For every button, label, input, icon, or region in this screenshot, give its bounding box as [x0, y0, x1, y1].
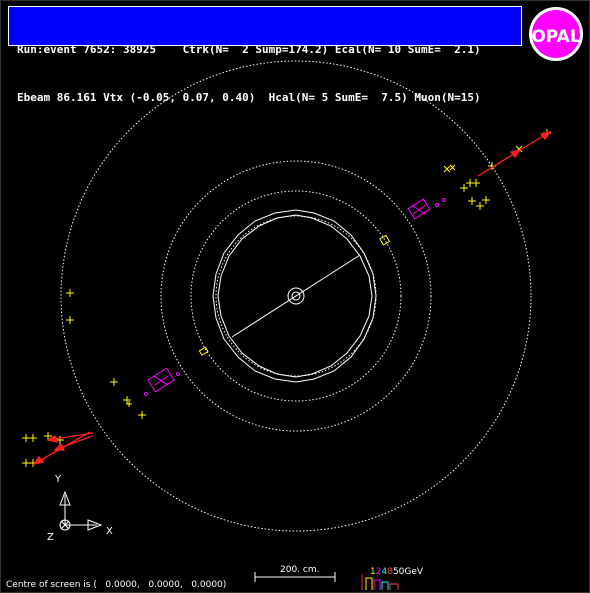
ecal-block: [198, 346, 209, 356]
energy-unit: GeV: [404, 567, 424, 577]
header-line-1: Run:event 7652: 38925 Ctrk(N= 2 Sump=174…: [17, 43, 481, 56]
x-axis-label: X: [106, 526, 113, 537]
scale-label: 200. cm.: [280, 565, 320, 575]
energy-scale-label: 124850GeV: [370, 567, 423, 577]
z-axis-label: Z: [47, 532, 54, 543]
logo-text: OPAL: [531, 27, 581, 47]
track: [231, 254, 361, 338]
hcal-tower: [407, 198, 431, 220]
jet-chamber-inner: [217, 214, 373, 378]
opal-logo: OPAL: [529, 7, 583, 61]
y-axis-label: Y: [55, 474, 62, 485]
energy-digit: 50: [392, 567, 405, 577]
axis-indicator: [59, 490, 103, 531]
screen-centre-footer: Centre of screen is ( 0.0000, 0.0000, 0.…: [6, 580, 227, 590]
event-info-header: Run:event 7652: 38925 Ctrk(N= 2 Sump=174…: [8, 6, 522, 104]
header-line-2: Ebeam 86.161 Vtx (-0.05, 0.07, 0.40) Hca…: [17, 91, 481, 104]
muon-hits: [22, 129, 551, 467]
jet-chamber-outer: [212, 209, 377, 383]
central-tracks: [231, 254, 361, 338]
ecal-block: [379, 234, 391, 246]
